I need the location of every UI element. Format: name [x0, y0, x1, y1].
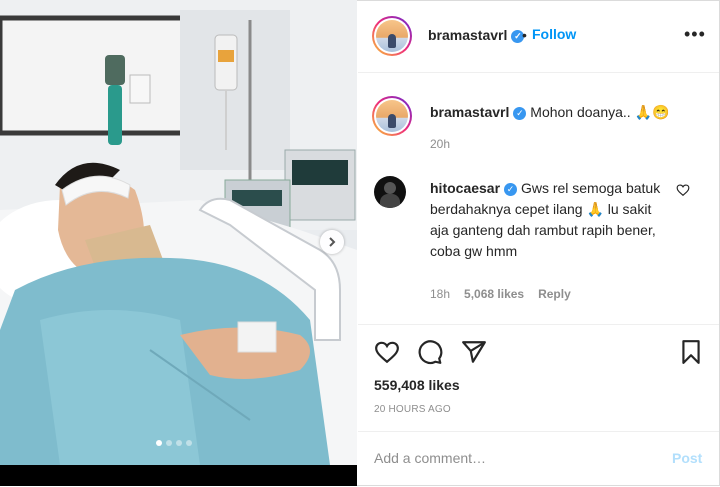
comment: hitocaesar ✓ Gws rel semoga batuk berdaha…	[430, 178, 666, 262]
post-comment-button[interactable]: Post	[672, 450, 702, 466]
post-header: bramastavrl ✓ • Follow •••	[358, 0, 719, 73]
post-actions: 559,408 likes 20 HOURS AGO	[358, 324, 719, 445]
caption-text: Mohon doanya.. 🙏😁	[530, 104, 670, 120]
heart-icon	[375, 341, 399, 364]
verified-icon: ✓	[504, 182, 518, 196]
caption-time[interactable]: 20h	[430, 137, 450, 151]
save-button[interactable]	[678, 339, 704, 370]
commenter-avatar[interactable]	[374, 176, 406, 208]
comment-time[interactable]: 18h	[430, 287, 450, 301]
verified-icon: ✓	[513, 106, 527, 120]
post-timestamp[interactable]: 20 HOURS AGO	[374, 404, 451, 415]
caption: bramastavrl ✓ Mohon doanya.. 🙏😁	[430, 104, 669, 121]
chevron-right-icon	[329, 237, 336, 247]
carousel-dot	[166, 440, 172, 446]
post-media[interactable]	[0, 0, 357, 486]
likes-count[interactable]: 559,408 likes	[374, 377, 460, 393]
carousel-dots	[156, 440, 192, 446]
comment-icon	[418, 340, 443, 365]
follow-button[interactable]: Follow	[532, 26, 576, 42]
comment-button[interactable]	[417, 339, 443, 370]
comment-input[interactable]	[374, 450, 654, 466]
more-icon[interactable]: •••	[684, 24, 706, 45]
author-username[interactable]: bramastavrl ✓	[428, 27, 525, 43]
comment-meta: 18h 5,068 likes Reply	[430, 287, 571, 301]
caption-avatar[interactable]	[372, 96, 412, 136]
heart-icon	[676, 184, 690, 197]
post-sidebar: bramastavrl ✓ • Follow ••• bramastavrl ✓ M…	[358, 0, 719, 486]
carousel-dot	[176, 440, 182, 446]
share-button[interactable]	[461, 339, 487, 370]
share-icon	[462, 341, 486, 363]
like-button[interactable]	[374, 339, 400, 370]
add-comment-bar: Post	[358, 431, 719, 487]
reply-button[interactable]: Reply	[538, 287, 571, 301]
comment-likes[interactable]: 5,068 likes	[464, 287, 524, 301]
commenter-username[interactable]: hitocaesar	[430, 180, 500, 196]
comment-like-button[interactable]	[676, 183, 690, 202]
separator-dot: •	[522, 27, 527, 43]
carousel-dot	[156, 440, 162, 446]
post-photo	[0, 0, 357, 465]
next-photo-button[interactable]	[320, 230, 344, 254]
caption-username[interactable]: bramastavrl	[430, 104, 509, 120]
bookmark-icon	[682, 340, 700, 364]
carousel-dot	[186, 440, 192, 446]
author-avatar[interactable]	[372, 16, 412, 56]
